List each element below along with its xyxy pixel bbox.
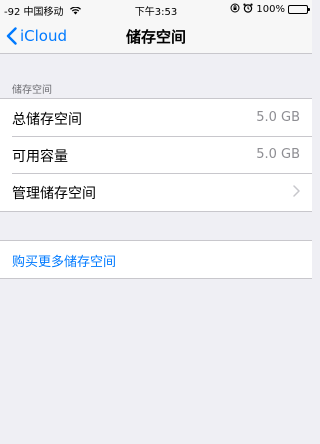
- row-manage-storage[interactable]: 管理储存空间: [0, 173, 312, 210]
- buy-more-storage-label: 购买更多储存空间: [12, 255, 117, 270]
- status-bar: -92 中国移动 下午3:53 100%: [0, 0, 312, 20]
- row-value: 5.0 GB: [256, 110, 300, 125]
- storage-group: 总储存空间 5.0 GB 可用容量 5.0 GB 管理储存空间: [0, 98, 312, 212]
- buy-storage-group: 购买更多储存空间: [0, 240, 312, 279]
- row-label: 总储存空间: [12, 112, 82, 128]
- chevron-right-icon: [293, 185, 300, 197]
- battery-icon: [288, 5, 310, 14]
- row-total-storage: 总储存空间 5.0 GB: [0, 99, 312, 136]
- navigation-bar: iCloud 储存空间: [0, 20, 312, 54]
- row-available-storage: 可用容量 5.0 GB: [0, 136, 312, 173]
- status-right: 100%: [230, 3, 310, 16]
- page-title: 储存空间: [125, 28, 186, 46]
- battery-percent: 100%: [256, 4, 285, 15]
- row-value: 5.0 GB: [256, 147, 300, 162]
- orientation-lock-icon: [230, 3, 240, 16]
- row-label: 可用容量: [12, 149, 68, 165]
- buy-more-storage-link[interactable]: 购买更多储存空间: [0, 241, 312, 278]
- section-header-storage: 储存空间: [12, 85, 52, 96]
- alarm-icon: [243, 3, 254, 16]
- row-label: 管理储存空间: [12, 186, 96, 202]
